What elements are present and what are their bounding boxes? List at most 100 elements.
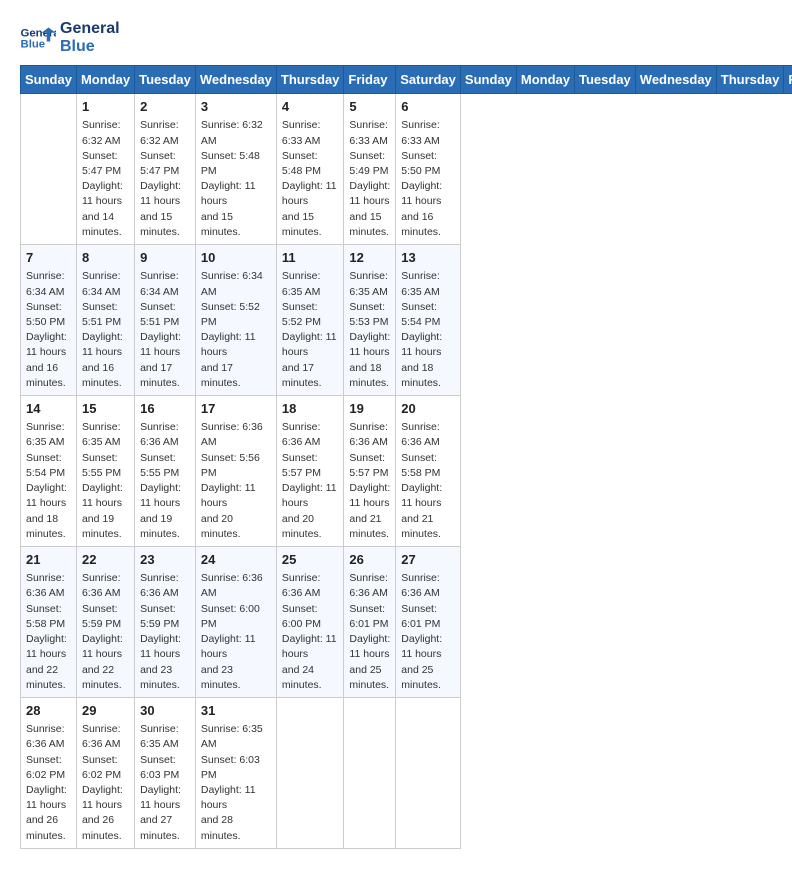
week-row-2: 7 Sunrise: 6:34 AMSunset: 5:50 PMDaylight… [21,245,792,396]
day-cell: 1Sunrise: 6:32 AMSunset: 5:47 PMDaylight… [76,94,134,245]
calendar-table: SundayMondayTuesdayWednesdayThursdayFrid… [20,65,792,849]
logo: General Blue General Blue [20,20,120,55]
day-info: Sunrise: 6:35 AMSunset: 5:54 PMDaylight:… [401,269,455,391]
day-cell: 14 Sunrise: 6:35 AMSunset: 5:54 PMDayligh… [21,396,77,547]
day-number: 21 [26,551,71,569]
day-cell: 21 Sunrise: 6:36 AMSunset: 5:58 PMDayligh… [21,547,77,698]
day-number: 19 [349,400,390,418]
day-cell: 4 Sunrise: 6:33 AMSunset: 5:48 PMDaylight… [276,94,344,245]
day-info: Sunrise: 6:36 AMSunset: 6:01 PMDaylight:… [349,571,390,693]
day-cell: 6 Sunrise: 6:33 AMSunset: 5:50 PMDaylight… [396,94,461,245]
day-number: 31 [201,702,271,720]
day-cell: 30 Sunrise: 6:35 AMSunset: 6:03 PMDayligh… [135,697,196,848]
header-tuesday: Tuesday [135,66,196,94]
day-number: 17 [201,400,271,418]
day-info: Sunrise: 6:36 AMSunset: 5:55 PMDaylight:… [140,420,190,542]
header-saturday: Saturday [396,66,461,94]
day-info: Sunrise: 6:35 AMSunset: 5:52 PMDaylight:… [282,269,339,391]
day-cell [344,697,396,848]
day-info: Sunrise: 6:35 AMSunset: 5:53 PMDaylight:… [349,269,390,391]
day-info: Sunrise: 6:35 AMSunset: 6:03 PMDaylight:… [201,722,271,844]
calendar-header-row: SundayMondayTuesdayWednesdayThursdayFrid… [21,66,792,94]
day-number: 7 [26,249,71,267]
day-info: Sunrise: 6:32 AMSunset: 5:48 PMDaylight:… [201,118,271,240]
day-info: Sunrise: 6:33 AMSunset: 5:49 PMDaylight:… [349,118,390,240]
day-cell: 10Sunrise: 6:34 AMSunset: 5:52 PMDayligh… [195,245,276,396]
day-info: Sunrise: 6:36 AMSunset: 6:02 PMDaylight:… [82,722,129,844]
day-cell: 5Sunrise: 6:33 AMSunset: 5:49 PMDaylight… [344,94,396,245]
header-friday: Friday [344,66,396,94]
day-cell: 28 Sunrise: 6:36 AMSunset: 6:02 PMDayligh… [21,697,77,848]
day-cell: 17 Sunrise: 6:36 AMSunset: 5:56 PMDayligh… [195,396,276,547]
day-number: 1 [82,98,129,116]
day-number: 22 [82,551,129,569]
day-number: 16 [140,400,190,418]
day-cell [21,94,77,245]
day-info: Sunrise: 6:36 AMSunset: 5:58 PMDaylight:… [401,420,455,542]
day-info: Sunrise: 6:36 AMSunset: 6:01 PMDaylight:… [401,571,455,693]
day-cell: 20Sunrise: 6:36 AMSunset: 5:58 PMDayligh… [396,396,461,547]
day-number: 24 [201,551,271,569]
day-info: Sunrise: 6:35 AMSunset: 5:54 PMDaylight:… [26,420,71,542]
day-info: Sunrise: 6:36 AMSunset: 6:02 PMDaylight:… [26,722,71,844]
day-number: 4 [282,98,339,116]
day-cell: 15 Sunrise: 6:35 AMSunset: 5:55 PMDayligh… [76,396,134,547]
day-cell: 31 Sunrise: 6:35 AMSunset: 6:03 PMDayligh… [195,697,276,848]
day-info: Sunrise: 6:35 AMSunset: 5:55 PMDaylight:… [82,420,129,542]
day-info: Sunrise: 6:36 AMSunset: 5:57 PMDaylight:… [282,420,339,542]
header-wednesday: Wednesday [195,66,276,94]
day-cell: 23Sunrise: 6:36 AMSunset: 5:59 PMDayligh… [135,547,196,698]
day-number: 13 [401,249,455,267]
day-cell: 25Sunrise: 6:36 AMSunset: 6:00 PMDayligh… [276,547,344,698]
week-row-1: 1 Sunrise: 6:32 AMSunset: 5:47 PMDaylight… [21,94,792,245]
day-info: Sunrise: 6:33 AMSunset: 5:48 PMDaylight:… [282,118,339,240]
day-cell: 29 Sunrise: 6:36 AMSunset: 6:02 PMDayligh… [76,697,134,848]
col-header-sunday: Sunday [460,66,516,94]
day-cell: 16 Sunrise: 6:36 AMSunset: 5:55 PMDayligh… [135,396,196,547]
day-cell: 9Sunrise: 6:34 AMSunset: 5:51 PMDaylight… [135,245,196,396]
day-info: Sunrise: 6:35 AMSunset: 6:03 PMDaylight:… [140,722,190,844]
day-number: 2 [140,98,190,116]
day-number: 18 [282,400,339,418]
day-number: 12 [349,249,390,267]
day-cell: 22Sunrise: 6:36 AMSunset: 5:59 PMDayligh… [76,547,134,698]
day-number: 27 [401,551,455,569]
week-row-5: 28 Sunrise: 6:36 AMSunset: 6:02 PMDayligh… [21,697,792,848]
day-cell [396,697,461,848]
day-info: Sunrise: 6:34 AMSunset: 5:51 PMDaylight:… [82,269,129,391]
day-cell [276,697,344,848]
day-number: 11 [282,249,339,267]
day-info: Sunrise: 6:32 AMSunset: 5:47 PMDaylight:… [140,118,190,240]
day-info: Sunrise: 6:34 AMSunset: 5:50 PMDaylight:… [26,269,71,391]
day-number: 25 [282,551,339,569]
col-header-friday: Friday [784,66,792,94]
day-number: 3 [201,98,271,116]
day-cell: 8 Sunrise: 6:34 AMSunset: 5:51 PMDaylight… [76,245,134,396]
day-number: 28 [26,702,71,720]
day-cell: 18 Sunrise: 6:36 AMSunset: 5:57 PMDayligh… [276,396,344,547]
day-number: 15 [82,400,129,418]
day-info: Sunrise: 6:33 AMSunset: 5:50 PMDaylight:… [401,118,455,240]
logo-text: General Blue [60,20,120,55]
day-number: 30 [140,702,190,720]
day-number: 8 [82,249,129,267]
day-number: 6 [401,98,455,116]
header-thursday: Thursday [276,66,344,94]
day-cell: 3 Sunrise: 6:32 AMSunset: 5:48 PMDaylight… [195,94,276,245]
day-info: Sunrise: 6:36 AMSunset: 5:56 PMDaylight:… [201,420,271,542]
day-number: 26 [349,551,390,569]
week-row-3: 14 Sunrise: 6:35 AMSunset: 5:54 PMDayligh… [21,396,792,547]
day-info: Sunrise: 6:36 AMSunset: 5:59 PMDaylight:… [140,571,190,693]
day-info: Sunrise: 6:36 AMSunset: 5:57 PMDaylight:… [349,420,390,542]
col-header-monday: Monday [516,66,574,94]
header-sunday: Sunday [21,66,77,94]
day-number: 29 [82,702,129,720]
day-cell: 13 Sunrise: 6:35 AMSunset: 5:54 PMDayligh… [396,245,461,396]
day-info: Sunrise: 6:36 AMSunset: 5:58 PMDaylight:… [26,571,71,693]
day-number: 14 [26,400,71,418]
day-cell: 26 Sunrise: 6:36 AMSunset: 6:01 PMDayligh… [344,547,396,698]
day-cell: 12 Sunrise: 6:35 AMSunset: 5:53 PMDayligh… [344,245,396,396]
day-number: 10 [201,249,271,267]
day-cell: 2 Sunrise: 6:32 AMSunset: 5:47 PMDaylight… [135,94,196,245]
day-info: Sunrise: 6:36 AMSunset: 6:00 PMDaylight:… [201,571,271,693]
